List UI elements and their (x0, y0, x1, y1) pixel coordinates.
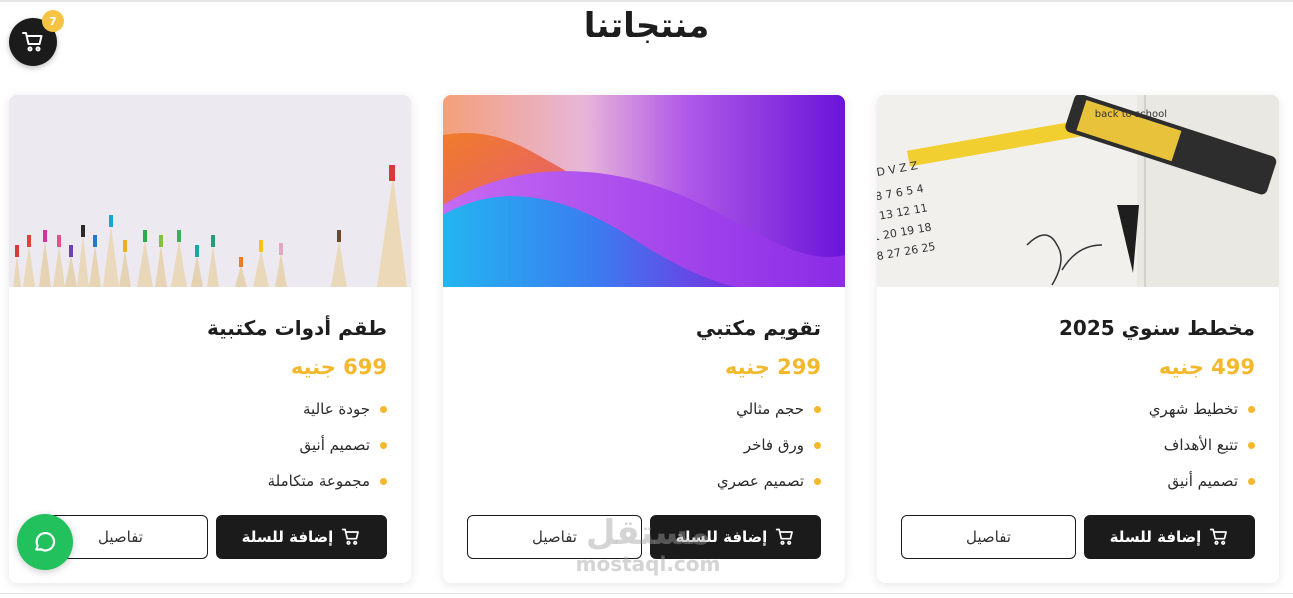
bullet-dot-icon (1248, 406, 1255, 413)
bottom-divider (0, 593, 1293, 594)
bullet-dot-icon (1248, 442, 1255, 449)
feature-item: تصميم عصري (467, 469, 821, 505)
add-to-cart-button[interactable]: إضافة للسلة (650, 515, 821, 559)
product-title: تقويم مكتبي (695, 316, 821, 340)
chat-button[interactable] (17, 514, 73, 570)
add-to-cart-label: إضافة للسلة (1109, 528, 1202, 546)
feature-text: تتبع الأهداف (1163, 436, 1238, 454)
bullet-dot-icon (814, 478, 821, 485)
feature-list: جودة عالية تصميم أنيق مجموعة متكاملة (33, 397, 387, 505)
bullet-dot-icon (380, 478, 387, 485)
product-card: طقم أدوات مكتبية 699 جنيه جودة عالية تصم… (9, 95, 411, 583)
svg-text:back to school: back to school (1095, 109, 1167, 120)
feature-text: تصميم أنيق (299, 436, 370, 454)
feature-item: تتبع الأهداف (901, 433, 1255, 469)
product-title: طقم أدوات مكتبية (207, 316, 387, 340)
details-label: تفاصيل (98, 528, 143, 546)
product-card: M D W D V Z Z 4 5 6 7 8 9 11 12 13 14 15… (877, 95, 1279, 583)
product-price: 299 جنيه (724, 355, 821, 379)
cart-icon (22, 32, 43, 52)
feature-text: تخطيط شهري (1148, 400, 1238, 418)
bullet-dot-icon (380, 406, 387, 413)
feature-text: جودة عالية (303, 400, 370, 418)
bullet-dot-icon (380, 442, 387, 449)
card-actions: إضافة للسلة تفاصيل (467, 515, 821, 559)
card-actions: إضافة للسلة تفاصيل (901, 515, 1255, 559)
cart-icon (776, 528, 794, 545)
feature-text: تصميم أنيق (1167, 472, 1238, 490)
cart-icon (1210, 528, 1228, 545)
add-to-cart-button[interactable]: إضافة للسلة (216, 515, 387, 559)
feature-text: ورق فاخر (743, 436, 804, 454)
bullet-dot-icon (814, 442, 821, 449)
add-to-cart-label: إضافة للسلة (675, 528, 768, 546)
bullet-dot-icon (814, 406, 821, 413)
feature-item: تصميم أنيق (901, 469, 1255, 505)
feature-item: ورق فاخر (467, 433, 821, 469)
top-divider (0, 0, 1293, 2)
feature-item: تصميم أنيق (33, 433, 387, 469)
feature-item: تخطيط شهري (901, 397, 1255, 433)
chat-bubble-icon (35, 532, 56, 552)
details-button[interactable]: تفاصيل (901, 515, 1076, 559)
product-price: 499 جنيه (1158, 355, 1255, 379)
feature-item: جودة عالية (33, 397, 387, 433)
product-image (443, 95, 845, 287)
page-title: منتجاتنا (583, 6, 710, 46)
bullet-dot-icon (1248, 478, 1255, 485)
card-actions: إضافة للسلة تفاصيل (33, 515, 387, 559)
details-button[interactable]: تفاصيل (467, 515, 642, 559)
cart-icon (342, 528, 360, 545)
product-image (9, 95, 411, 287)
add-to-cart-label: إضافة للسلة (241, 528, 334, 546)
product-price: 699 جنيه (290, 355, 387, 379)
product-image: M D W D V Z Z 4 5 6 7 8 9 11 12 13 14 15… (877, 95, 1279, 287)
details-label: تفاصيل (966, 528, 1011, 546)
details-label: تفاصيل (532, 528, 577, 546)
product-card: تقويم مكتبي 299 جنيه حجم مثالي ورق فاخر … (443, 95, 845, 583)
add-to-cart-button[interactable]: إضافة للسلة (1084, 515, 1255, 559)
feature-list: تخطيط شهري تتبع الأهداف تصميم أنيق (901, 397, 1255, 505)
feature-item: حجم مثالي (467, 397, 821, 433)
cart-count-badge: 7 (42, 10, 64, 32)
feature-text: تصميم عصري (716, 472, 804, 490)
product-title: مخطط سنوي 2025 (1059, 316, 1255, 340)
feature-text: مجموعة متكاملة (267, 472, 370, 490)
feature-list: حجم مثالي ورق فاخر تصميم عصري (467, 397, 821, 505)
feature-text: حجم مثالي (736, 400, 804, 418)
feature-item: مجموعة متكاملة (33, 469, 387, 505)
